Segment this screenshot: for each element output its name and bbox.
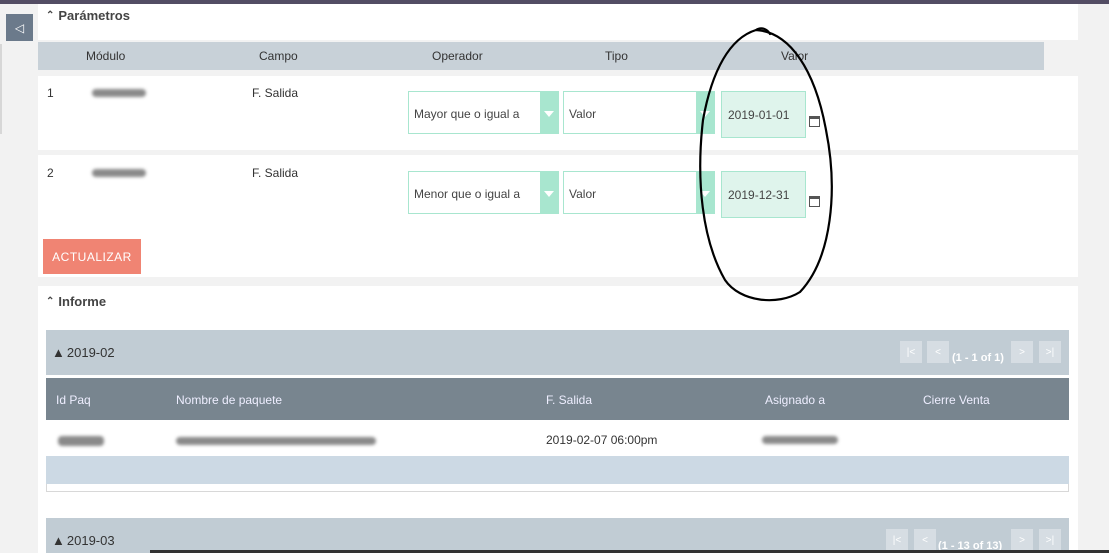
prev-page-button[interactable]: < — [914, 529, 936, 551]
chevron-down-icon — [540, 172, 558, 213]
col-asignado-a[interactable]: Asignado a — [765, 393, 825, 407]
valor-date-text: 2019-12-31 — [728, 188, 790, 202]
redacted-asignado — [762, 436, 838, 444]
redacted-modulo — [92, 169, 146, 177]
redacted-id — [58, 436, 104, 446]
actualizar-button[interactable]: ACTUALIZAR — [43, 239, 141, 274]
parametros-panel-header[interactable]: ⌃ Parámetros — [38, 4, 1078, 40]
group-header[interactable]: ▲ 2019-03 |< < (1 - 13 of 13) > >| — [46, 518, 1069, 553]
group-label: ▲ 2019-03 — [52, 533, 115, 548]
chevron-down-icon — [696, 172, 714, 213]
update-bar — [38, 229, 1078, 277]
col-id-paq[interactable]: Id Paq — [56, 393, 91, 407]
row-number: 2 — [47, 166, 54, 180]
parametros-grid-header: Módulo Campo Operador Tipo Valor — [38, 42, 1044, 70]
operador-select[interactable]: Mayor que o igual a — [408, 91, 559, 134]
f-salida-cell: 2019-02-07 06:00pm — [546, 433, 658, 447]
valor-date-input[interactable]: 2019-01-01 — [721, 91, 806, 138]
tipo-value: Valor — [569, 187, 597, 201]
row-campo: F. Salida — [252, 166, 299, 180]
table-row-empty — [46, 456, 1069, 484]
informe-panel-header[interactable]: ⌃ Informe — [38, 286, 1078, 322]
table-row[interactable]: 2019-02-07 06:00pm — [46, 420, 1069, 456]
caret-up-icon: ▲ — [52, 345, 65, 360]
tipo-select[interactable]: Valor — [563, 171, 715, 214]
col-f-salida[interactable]: F. Salida — [546, 393, 592, 407]
first-page-button[interactable]: |< — [900, 341, 922, 363]
first-page-button[interactable]: |< — [886, 529, 908, 551]
valor-date-text: 2019-01-01 — [728, 108, 790, 122]
tipo-value: Valor — [569, 107, 597, 121]
group-label-text: 2019-03 — [66, 533, 115, 548]
tipo-select[interactable]: Valor — [563, 91, 715, 134]
group-label-text: 2019-02 — [66, 345, 115, 360]
chevron-down-icon — [696, 92, 714, 133]
col-campo: Campo — [259, 49, 298, 63]
col-cierre-venta[interactable]: Cierre Venta — [923, 393, 990, 407]
group-header[interactable]: ▲ 2019-02 |< < (1 - 1 of 1) > >| — [46, 330, 1069, 375]
last-page-button[interactable]: >| — [1039, 529, 1061, 551]
redacted-nombre — [176, 437, 376, 445]
operador-value: Menor que o igual a — [414, 187, 521, 201]
col-valor: Valor — [781, 49, 809, 63]
group-label: ▲ 2019-02 — [52, 345, 115, 360]
collapse-left-icon: ◁ — [14, 20, 25, 35]
col-tipo: Tipo — [605, 49, 628, 63]
collapse-chevron-icon: ⌃ — [46, 296, 55, 307]
prev-page-button[interactable]: < — [927, 341, 949, 363]
chevron-down-icon — [540, 92, 558, 133]
caret-up-icon: ▲ — [52, 533, 65, 548]
operador-select[interactable]: Menor que o igual a — [408, 171, 559, 214]
col-modulo: Módulo — [86, 49, 126, 63]
calendar-icon[interactable] — [809, 116, 820, 127]
row-campo: F. Salida — [252, 86, 299, 100]
col-nombre-paquete[interactable]: Nombre de paquete — [176, 393, 282, 407]
valor-date-input[interactable]: 2019-12-31 — [721, 171, 806, 218]
redacted-modulo — [92, 89, 146, 97]
next-page-button[interactable]: > — [1011, 529, 1033, 551]
row-number: 1 — [47, 86, 54, 100]
col-operador: Operador — [432, 49, 483, 63]
next-page-button[interactable]: > — [1011, 341, 1033, 363]
parametros-title: Parámetros — [58, 8, 130, 23]
informe-title: Informe — [58, 294, 107, 309]
collapse-chevron-icon: ⌃ — [46, 10, 55, 21]
operador-value: Mayor que o igual a — [414, 107, 520, 121]
informe-table-header: Id Paq Nombre de paquete F. Salida Asign… — [46, 378, 1069, 420]
sidebar-toggle-button[interactable]: ◁ — [6, 14, 33, 41]
calendar-icon[interactable] — [809, 196, 820, 207]
sidebar-edge — [0, 44, 2, 134]
table-frame — [46, 484, 1069, 492]
pager-info: (1 - 1 of 1) — [952, 352, 1004, 364]
last-page-button[interactable]: >| — [1039, 341, 1061, 363]
